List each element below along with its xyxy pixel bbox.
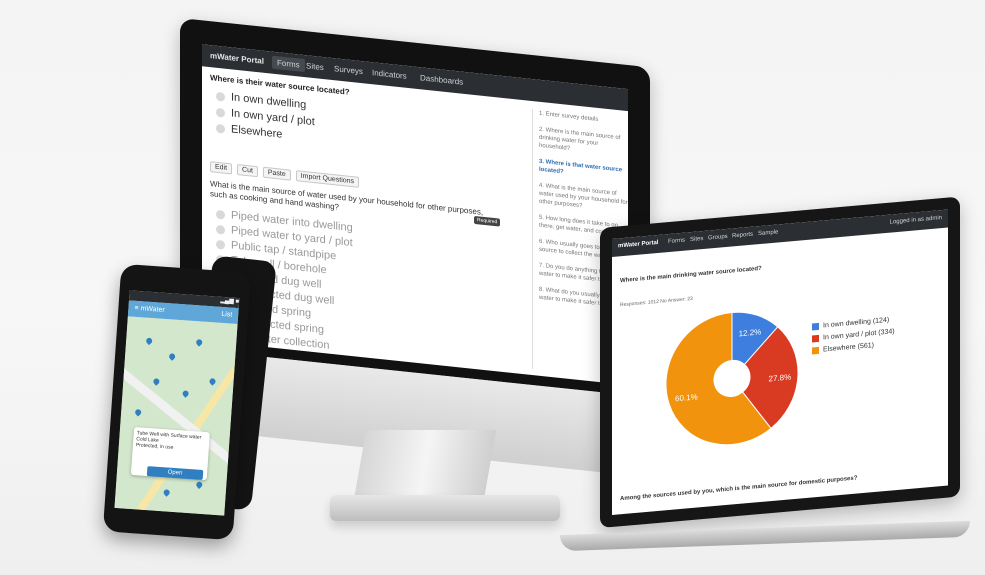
paste-button[interactable]: Paste (262, 166, 291, 181)
outline-item[interactable]: 3. Where is that water source located? (539, 158, 628, 183)
edit-button[interactable]: Edit (210, 161, 233, 175)
cut-button[interactable]: Cut (237, 163, 258, 178)
map-pin-icon[interactable] (195, 480, 204, 489)
donut-chart: 12.2%27.8%60.1% (665, 311, 799, 446)
portal-title[interactable]: mWater Portal (210, 51, 264, 66)
tab-groups[interactable]: Groups (708, 234, 728, 242)
monitor-stand-foot (330, 495, 560, 521)
tab-forms[interactable]: Forms (668, 238, 685, 245)
legend-swatch (812, 322, 819, 331)
tab-sites[interactable]: Sites (306, 61, 324, 72)
next-question: Among the sources used by you, which is … (620, 475, 858, 503)
radio-icon[interactable] (216, 224, 225, 235)
radio-icon[interactable] (216, 239, 225, 250)
radio-icon[interactable] (216, 209, 225, 220)
report-question: Where is the main drinking water source … (620, 265, 762, 285)
site-map[interactable]: Tube Well with Surface water Cold Lake P… (114, 316, 238, 516)
legend-swatch (812, 346, 819, 355)
tab-sample[interactable]: Sample (758, 229, 778, 237)
outline-item[interactable]: 4. What is the main source of water used… (539, 182, 628, 215)
tab-surveys[interactable]: Surveys (334, 64, 363, 76)
laptop: mWater Portal Forms Sites Groups Reports… (600, 196, 960, 528)
radio-icon[interactable] (216, 107, 225, 118)
map-pin-icon[interactable] (181, 389, 190, 398)
map-pin-icon[interactable] (133, 408, 143, 417)
map-pin-icon[interactable] (208, 377, 217, 386)
tab-reports[interactable]: Reports (732, 232, 753, 240)
outline-item[interactable]: 1. Enter survey details (539, 110, 628, 127)
list-button[interactable]: List (221, 307, 233, 324)
laptop-screen: mWater Portal Forms Sites Groups Reports… (612, 209, 948, 515)
monitor-stand (353, 430, 497, 500)
user-menu[interactable]: Logged in as admin (890, 215, 942, 226)
laptop-navbar: mWater Portal Forms Sites Groups Reports… (612, 209, 948, 257)
legend-swatch (812, 334, 819, 343)
app-title: mWater (140, 305, 165, 314)
smartphone: ▂▄▆ ■ ≡ mWater List Tube Well with Surfa… (102, 263, 252, 541)
map-pin-icon[interactable] (167, 352, 177, 361)
map-pin-icon[interactable] (144, 336, 154, 346)
tab-dashboards[interactable]: Dashboards (420, 73, 463, 87)
laptop-portal-title[interactable]: mWater Portal (618, 240, 658, 250)
radio-icon[interactable] (216, 123, 225, 134)
menu-icon[interactable]: ≡ (134, 305, 139, 312)
map-pin-icon[interactable] (152, 377, 161, 386)
phone-screen: ▂▄▆ ■ ≡ mWater List Tube Well with Surfa… (114, 290, 240, 516)
radio-icon[interactable] (216, 91, 225, 102)
chart-legend: In own dwelling (124) In own yard / plot… (812, 314, 895, 357)
tab-forms[interactable]: Forms (272, 55, 305, 73)
radio-option[interactable]: Elsewhere (216, 122, 282, 141)
tab-sites[interactable]: Sites (690, 236, 703, 243)
import-questions-button[interactable]: Import Questions (295, 170, 360, 188)
tab-indicators[interactable]: Indicators (372, 68, 407, 81)
map-pin-icon[interactable] (194, 338, 204, 347)
outline-item[interactable]: 2. Where is the main source of drinking … (539, 126, 628, 159)
map-pin-icon[interactable] (162, 488, 171, 497)
response-meta: Responses: 1012 No Answer: 23 (620, 295, 693, 309)
